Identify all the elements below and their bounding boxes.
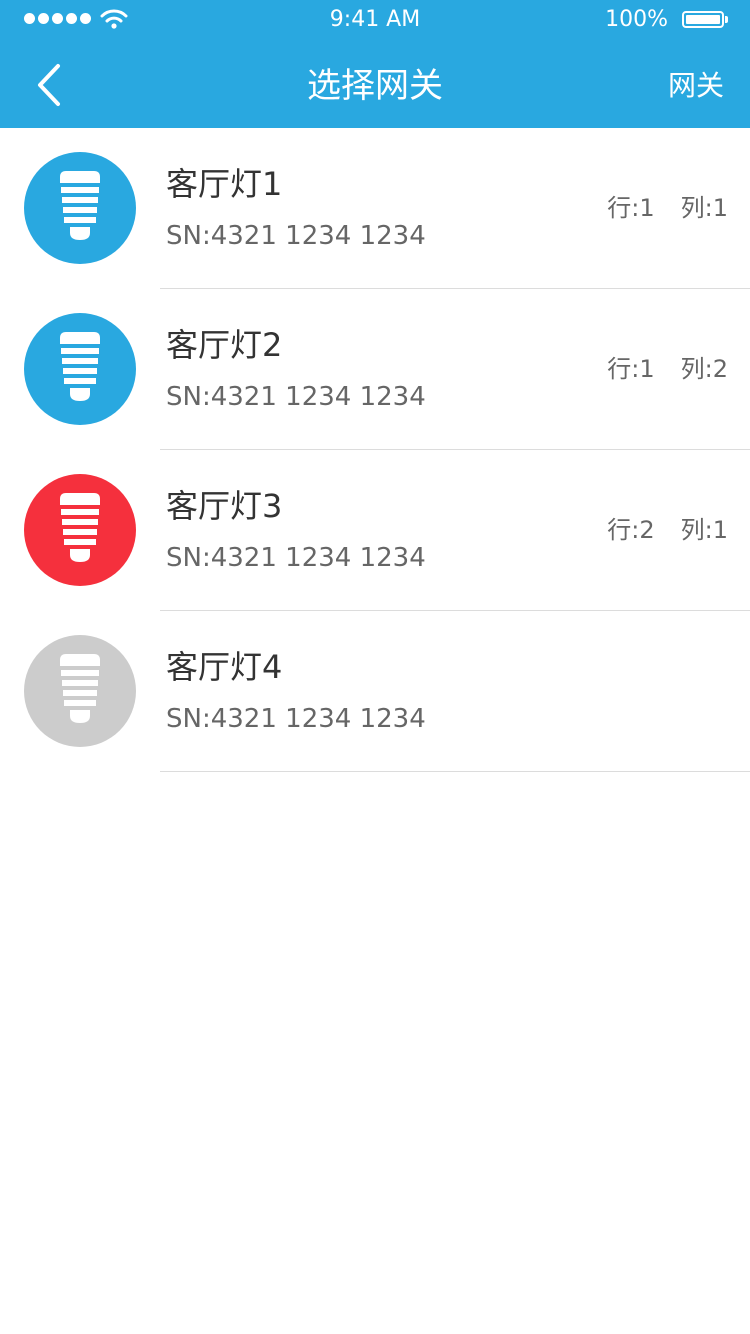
- serial-number: SN:4321 1234 1234: [166, 382, 426, 412]
- bulb-status-circle: [24, 635, 136, 747]
- status-bar: 9:41 AM 100%: [0, 0, 750, 40]
- row-label: 行:1: [607, 355, 655, 383]
- list-item[interactable]: 客厅灯4 SN:4321 1234 1234: [0, 611, 750, 772]
- grid-position: 行:1 列:1: [607, 192, 728, 224]
- bulb-status-circle: [24, 313, 136, 425]
- row-label: 行:2: [607, 516, 655, 544]
- header: 9:41 AM 100% 选择网关 网关: [0, 0, 750, 128]
- battery-percentage: 100%: [605, 7, 668, 32]
- light-name: 客厅灯1: [166, 165, 283, 203]
- row-label: 行:1: [607, 194, 655, 222]
- light-name: 客厅灯3: [166, 487, 283, 525]
- list-item[interactable]: 客厅灯3 SN:4321 1234 1234 行:2 列:1: [0, 450, 750, 611]
- light-bulb-icon: [60, 493, 100, 562]
- page-title: 选择网关: [307, 66, 443, 106]
- grid-position: 行:1 列:2: [607, 353, 728, 385]
- divider: [160, 771, 750, 772]
- light-list: 客厅灯1 SN:4321 1234 1234 行:1 列:1 客厅灯2 SN:4…: [0, 128, 750, 772]
- light-name: 客厅灯2: [166, 326, 283, 364]
- bulb-status-circle: [24, 474, 136, 586]
- battery-icon: [682, 11, 724, 28]
- serial-number: SN:4321 1234 1234: [166, 543, 426, 573]
- serial-number: SN:4321 1234 1234: [166, 221, 426, 251]
- light-bulb-icon: [60, 654, 100, 723]
- battery-nub: [725, 16, 728, 23]
- gateway-button[interactable]: 网关: [668, 68, 724, 104]
- column-label: 列:1: [680, 516, 728, 544]
- list-item[interactable]: 客厅灯1 SN:4321 1234 1234 行:1 列:1: [0, 128, 750, 289]
- serial-number: SN:4321 1234 1234: [166, 704, 426, 734]
- light-bulb-icon: [60, 332, 100, 401]
- list-item[interactable]: 客厅灯2 SN:4321 1234 1234 行:1 列:2: [0, 289, 750, 450]
- grid-position: 行:2 列:1: [607, 514, 728, 546]
- column-label: 列:1: [680, 194, 728, 222]
- column-label: 列:2: [680, 355, 728, 383]
- light-bulb-icon: [60, 171, 100, 240]
- light-name: 客厅灯4: [166, 648, 283, 686]
- bulb-status-circle: [24, 152, 136, 264]
